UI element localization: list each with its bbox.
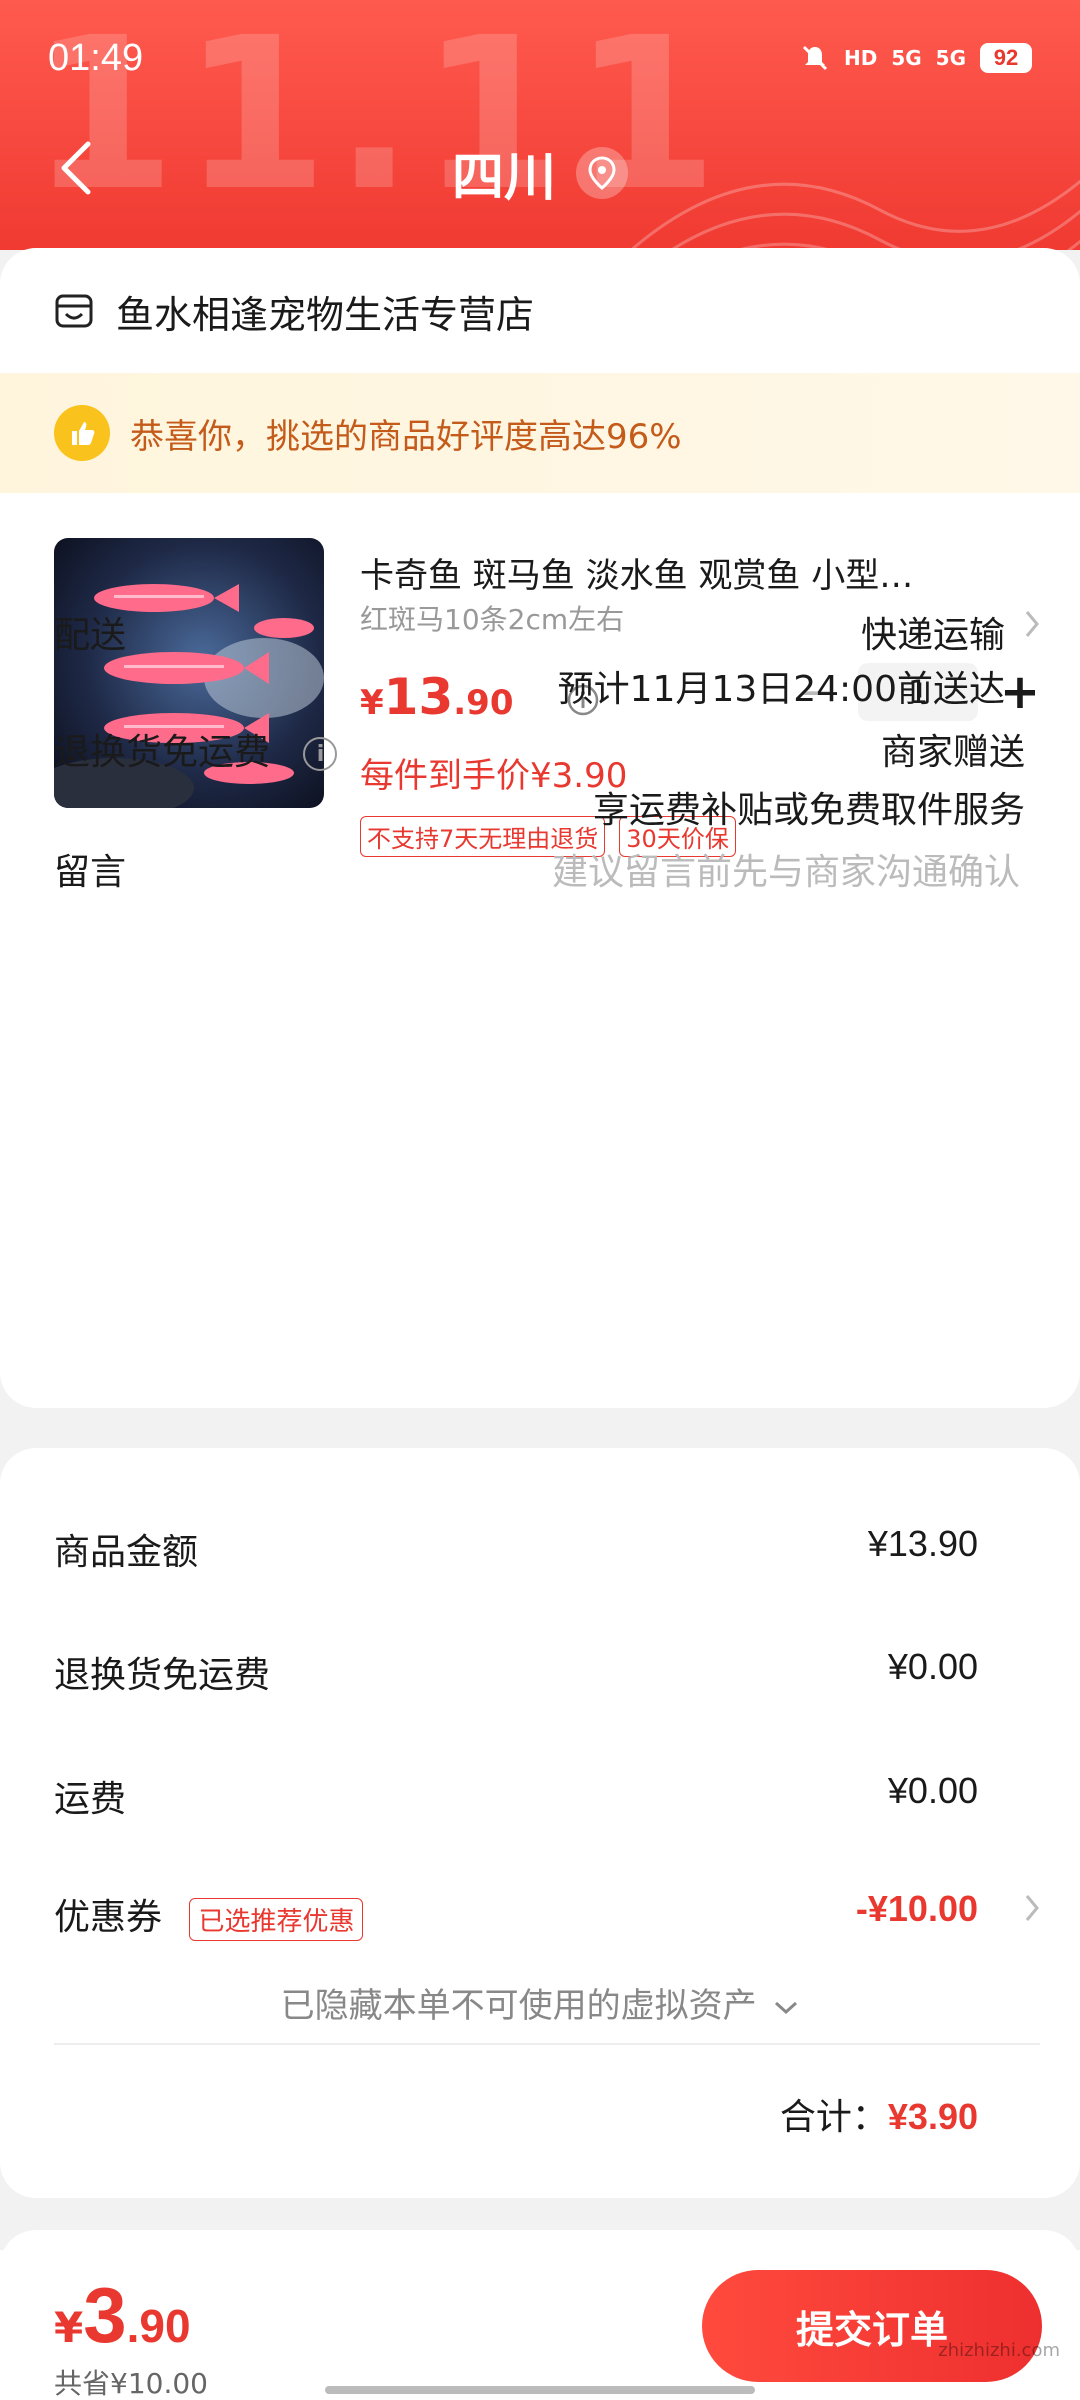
hidden-assets-text: 已隐藏本单不可使用的虚拟资产 (280, 1986, 757, 2026)
final-price-currency: ¥ (54, 2303, 84, 2352)
goods-amount-value: ¥13.90 (867, 1523, 978, 1564)
coupon-row[interactable]: 优惠券 已选推荐优惠 (54, 1888, 364, 1941)
region-name: 四川 (451, 148, 556, 208)
product-spec[interactable]: 红斑马10条2cm左右 (360, 598, 624, 638)
status-time: 01:49 (48, 36, 144, 79)
delivery-label: 配送 (54, 615, 127, 656)
return-shipping-row: 退换货免运费 i (54, 723, 338, 775)
header: 11.11 01:49 HD 5G 5G 92 四川 (0, 0, 1080, 250)
coupon-label: 优惠券 (54, 1897, 163, 1938)
total-label: 合计： (779, 2097, 888, 2138)
info-icon[interactable]: i (303, 737, 338, 771)
delivery-eta: 预计11月13日24:00前送达 (557, 669, 1005, 710)
saved-amount: 共省¥10.00 (54, 2367, 208, 2400)
price-summary-card: 商品金额 ¥13.90 退换货免运费 ¥0.00 运费 ¥0.00 优惠券 已选… (0, 1448, 1080, 2198)
status-bar: 01:49 HD 5G 5G 92 (48, 30, 1032, 86)
price-decimal: .90 (453, 683, 514, 723)
coupon-chevron-icon[interactable] (1024, 1892, 1040, 1932)
shop-row[interactable]: 鱼水相逢宠物生活专营店 (54, 284, 534, 339)
shipping-fee-label: 运费 (54, 1779, 127, 1820)
chevron-right-icon[interactable] (1024, 608, 1040, 648)
goods-amount-label: 商品金额 (54, 1532, 199, 1573)
total-row: 合计：¥3.90 (780, 2088, 978, 2140)
mute-bell-icon (802, 45, 828, 71)
price-integer: 13 (383, 668, 454, 726)
message-input[interactable]: 建议留言前先与商家沟通确认 (552, 843, 1020, 895)
product-price: ¥ 13 .90 (360, 668, 514, 726)
region-selector[interactable]: 四川 (0, 135, 1080, 210)
hidden-assets-toggle[interactable]: 已隐藏本单不可使用的虚拟资产 (0, 1978, 1080, 2027)
order-card: 鱼水相逢宠物生活专营店 恭喜你，挑选的商品好评度高达96% 卡奇鱼 斑马鱼 淡水… (0, 248, 1080, 1408)
location-button[interactable] (576, 146, 628, 199)
increase-button[interactable]: + (1000, 664, 1040, 720)
return-fee-value: ¥0.00 (887, 1646, 978, 1687)
return-shipping-label: 退换货免运费 (54, 732, 271, 773)
hd-icon: HD (843, 46, 878, 70)
battery-icon: 92 (980, 43, 1032, 73)
thumbs-up-icon (54, 405, 110, 461)
return-shipping-value: 商家赠送 (880, 732, 1025, 773)
shipping-fee-value: ¥0.00 (887, 1770, 978, 1811)
return-fee-label: 退换货免运费 (54, 1655, 271, 1696)
final-price-decimal: .90 (126, 2300, 191, 2352)
status-icons: HD 5G 5G 92 (800, 43, 1032, 73)
home-indicator[interactable] (325, 2386, 755, 2394)
unit-price: 每件到手价¥3.90 (360, 756, 628, 796)
coupon-tag: 已选推荐优惠 (189, 1897, 364, 1941)
delivery-method[interactable]: 快递运输 (861, 606, 1005, 658)
chevron-down-icon (775, 2001, 798, 2014)
message-label: 留言 (54, 852, 127, 893)
watermark: zhizhizhi.com (938, 2340, 1060, 2361)
location-pin-icon (588, 155, 616, 190)
return-shipping-desc: 享运费补贴或免费取件服务 (592, 790, 1025, 831)
final-price: ¥ 3 .90 (54, 2270, 191, 2361)
rating-text: 恭喜你，挑选的商品好评度高达96% (130, 416, 682, 457)
signal-icon-1: 5G (891, 46, 922, 70)
price-currency: ¥ (360, 683, 384, 723)
bottom-bar: ¥ 3 .90 共省¥10.00 提交订单 (0, 2250, 1080, 2400)
store-icon (55, 294, 93, 327)
final-price-integer: 3 (83, 2271, 127, 2359)
shop-name: 鱼水相逢宠物生活专营店 (116, 293, 535, 337)
product-title[interactable]: 卡奇鱼 斑马鱼 淡水鱼 观赏鱼 小型… (360, 548, 1000, 597)
rating-banner: 恭喜你，挑选的商品好评度高达96% (0, 373, 1080, 493)
coupon-value[interactable]: -¥10.00 (856, 1888, 978, 1930)
signal-icon-2: 5G (935, 46, 966, 70)
submit-order-button[interactable]: 提交订单 (702, 2270, 1042, 2382)
divider (54, 2043, 1040, 2045)
total-value: ¥3.90 (887, 2096, 978, 2137)
